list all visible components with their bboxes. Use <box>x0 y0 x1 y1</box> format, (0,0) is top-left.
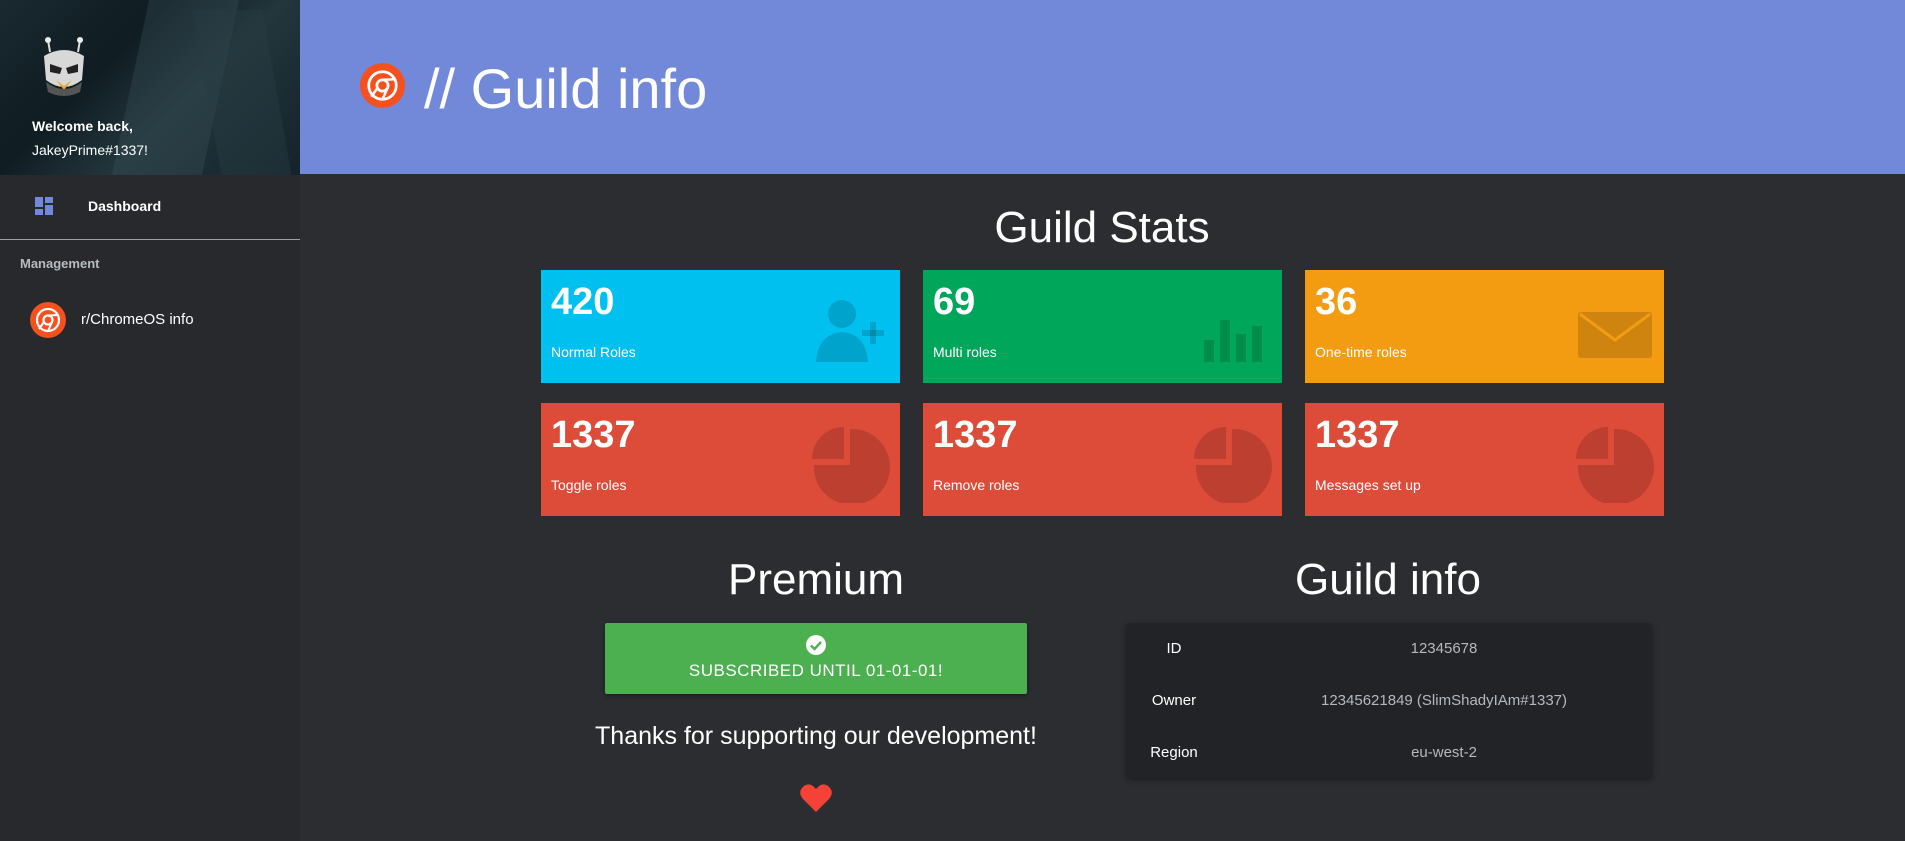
stat-value: 69 <box>933 281 976 323</box>
heart-icon <box>800 784 832 812</box>
sidebar: Welcome back, JakeyPrime#1337! Dashboard… <box>0 0 300 841</box>
subscription-status-text: SUBSCRIBED UNTIL 01-01-01! <box>688 661 944 680</box>
username: JakeyPrime#1337! <box>32 142 148 158</box>
welcome-message: Welcome back, JakeyPrime#1337! <box>32 114 148 162</box>
table-row: ID 12345678 <box>1126 623 1652 675</box>
pie-chart-icon <box>812 427 890 503</box>
stat-card-multi-roles: 69 Multi roles <box>923 270 1282 383</box>
table-row: Owner 12345621849 (SlimShadyIAm#1337) <box>1126 675 1652 727</box>
bar-chart-icon <box>1204 320 1262 362</box>
subscription-status-button[interactable]: SUBSCRIBED UNTIL 01-01-01! <box>605 623 1027 694</box>
sidebar-divider <box>0 239 300 240</box>
stat-label: Messages set up <box>1315 477 1421 493</box>
stat-label: Toggle roles <box>551 477 627 493</box>
sidebar-item-guild[interactable]: r/ChromeOS info <box>0 296 300 344</box>
sidebar-item-label: Dashboard <box>88 198 162 214</box>
info-value: 12345678 <box>1410 640 1478 657</box>
user-plus-icon <box>816 300 884 362</box>
sidebar-item-label: r/ChromeOS info <box>81 311 194 328</box>
page-title: // Guild info <box>424 57 708 120</box>
sidebar-item-dashboard[interactable]: Dashboard <box>0 175 300 239</box>
premium-heading: Premium <box>727 555 905 604</box>
chromeos-guild-icon <box>360 63 405 108</box>
stat-value: 1337 <box>551 414 636 456</box>
envelope-icon <box>1578 312 1652 358</box>
thanks-message: Thanks for supporting our development! <box>595 722 1037 750</box>
stat-value: 1337 <box>933 414 1018 456</box>
stat-card-normal-roles: 420 Normal Roles <box>541 270 900 383</box>
info-key: Owner <box>1151 692 1197 709</box>
guild-info-heading: Guild info <box>1295 555 1481 604</box>
welcome-line: Welcome back, <box>32 118 133 134</box>
stat-label: Normal Roles <box>551 344 636 360</box>
dashboard-icon <box>35 197 53 215</box>
info-key: ID <box>1166 640 1182 657</box>
stat-value: 36 <box>1315 281 1358 323</box>
stat-value: 1337 <box>1315 414 1400 456</box>
table-row: Region eu-west-2 <box>1126 727 1652 779</box>
bot-avatar-icon <box>44 37 84 96</box>
stat-card-messages-set-up: 1337 Messages set up <box>1305 403 1664 516</box>
stat-card-toggle-roles: 1337 Toggle roles <box>541 403 900 516</box>
stat-card-remove-roles: 1337 Remove roles <box>923 403 1282 516</box>
pie-chart-icon <box>1576 427 1654 503</box>
section-title-management: Management <box>20 256 100 271</box>
sidebar-header: Welcome back, JakeyPrime#1337! <box>0 0 300 175</box>
info-value: eu-west-2 <box>1411 744 1477 761</box>
page-header: // Guild info <box>300 0 1905 174</box>
guild-info-table: ID 12345678 Owner 12345621849 (SlimShady… <box>1126 623 1652 778</box>
info-key: Region <box>1150 744 1198 761</box>
check-circle-icon <box>806 635 826 655</box>
info-value: 12345621849 (SlimShadyIAm#1337) <box>1321 692 1567 709</box>
stat-value: 420 <box>551 281 615 323</box>
stat-label: One-time roles <box>1315 344 1407 360</box>
chromeos-guild-icon <box>30 302 66 338</box>
stat-card-one-time-roles: 36 One-time roles <box>1305 270 1664 383</box>
stat-label: Remove roles <box>933 477 1020 493</box>
guild-stats-heading: Guild Stats <box>994 203 1210 252</box>
stat-label: Multi roles <box>933 344 997 360</box>
pie-chart-icon <box>1194 427 1272 503</box>
